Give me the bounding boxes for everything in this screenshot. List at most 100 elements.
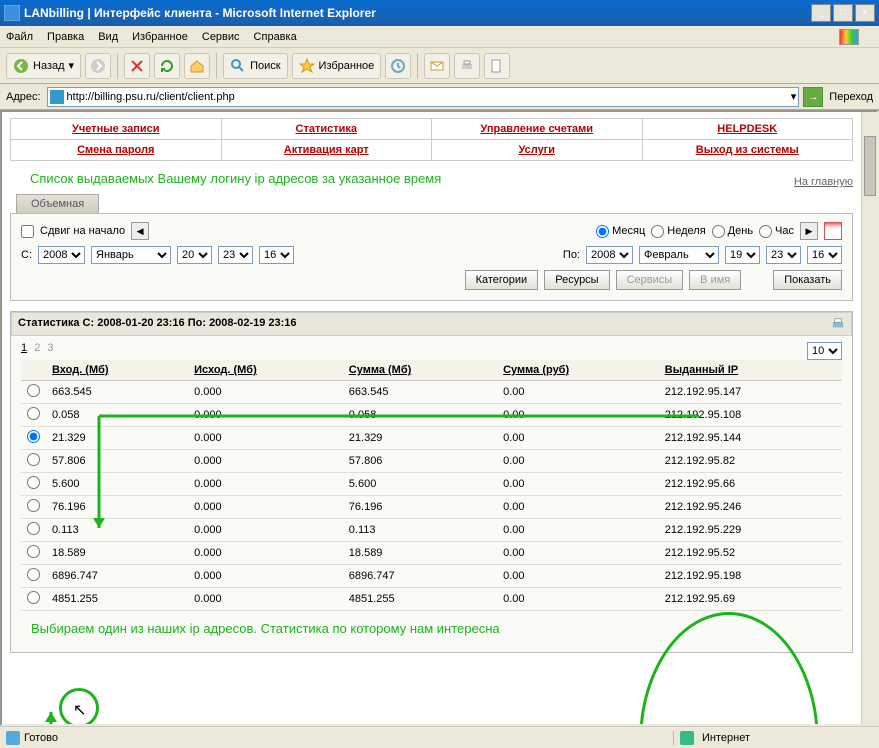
table-row: 57.8060.00057.8060.00212.192.95.82 (21, 450, 842, 473)
page-1[interactable]: 1 (21, 342, 27, 354)
edit-button[interactable] (484, 53, 510, 79)
go-button[interactable]: → (803, 87, 823, 107)
col-sum-rub[interactable]: Сумма (руб) (497, 360, 659, 381)
to-min-select[interactable]: 16 (807, 246, 842, 264)
cell-out: 0.000 (188, 450, 343, 473)
menu-file[interactable]: Файл (6, 31, 33, 43)
address-dropdown-icon[interactable]: ▾ (791, 90, 797, 103)
statusbar: Готово Интернет (0, 726, 879, 748)
back-arrow-icon (13, 58, 29, 74)
stats-panel: Статистика С: 2008-01-20 23:16 По: 2008-… (10, 311, 853, 653)
shift-checkbox[interactable] (21, 225, 34, 238)
cell-ip: 212.192.95.108 (659, 404, 842, 427)
menu-tools[interactable]: Сервис (202, 31, 240, 43)
row-radio[interactable] (27, 430, 40, 443)
cell-out: 0.000 (188, 588, 343, 611)
row-radio[interactable] (27, 384, 40, 397)
main-page-link[interactable]: На главную (794, 176, 853, 188)
categories-button[interactable]: Категории (465, 270, 539, 290)
period-month-radio[interactable] (596, 225, 609, 238)
favorites-button[interactable]: Избранное (292, 53, 382, 79)
show-button[interactable]: Показать (773, 270, 842, 290)
back-button[interactable]: Назад▾ (6, 53, 81, 79)
resources-button[interactable]: Ресурсы (544, 270, 609, 290)
from-day-select[interactable]: 20 (177, 246, 212, 264)
tab-volume[interactable]: Объемная (16, 194, 99, 213)
nav-password[interactable]: Смена пароля (77, 144, 154, 156)
nav-billing[interactable]: Управление счетами (480, 123, 593, 135)
menu-favorites[interactable]: Избранное (132, 31, 188, 43)
period-week-radio[interactable] (651, 225, 664, 238)
page-2[interactable]: 2 (34, 342, 40, 354)
nav-helpdesk[interactable]: HELPDESK (717, 123, 777, 135)
address-bar: Адрес: ▾ → Переход (0, 84, 879, 110)
cell-out: 0.000 (188, 519, 343, 542)
to-hour-select[interactable]: 23 (766, 246, 801, 264)
mail-button[interactable] (424, 53, 450, 79)
search-button[interactable]: Поиск (223, 53, 287, 79)
forward-button[interactable] (85, 53, 111, 79)
minimize-button[interactable]: _ (811, 4, 831, 22)
cell-sum-mb: 663.545 (343, 381, 497, 404)
print-icon[interactable] (831, 317, 845, 331)
to-month-select[interactable]: Февраль (639, 246, 719, 264)
nav-accounts[interactable]: Учетные записи (72, 123, 160, 135)
calendar-icon[interactable] (824, 222, 842, 240)
cell-ip: 212.192.95.52 (659, 542, 842, 565)
from-month-select[interactable]: Январь (91, 246, 171, 264)
menu-view[interactable]: Вид (98, 31, 118, 43)
stats-header: Статистика С: 2008-01-20 23:16 По: 2008-… (18, 317, 297, 331)
nav-logout[interactable]: Выход из системы (696, 144, 799, 156)
menu-help[interactable]: Справка (254, 31, 297, 43)
nav-cards[interactable]: Активация карт (284, 144, 369, 156)
page-content: Учетные записи Статистика Управление сче… (2, 112, 877, 663)
close-button[interactable]: × (855, 4, 875, 22)
menu-edit[interactable]: Правка (47, 31, 84, 43)
from-min-select[interactable]: 16 (259, 246, 294, 264)
row-radio[interactable] (27, 522, 40, 535)
cell-sum-mb: 21.329 (343, 427, 497, 450)
col-sum-mb[interactable]: Сумма (Мб) (343, 360, 497, 381)
from-hour-select[interactable]: 23 (218, 246, 253, 264)
toolbar: Назад▾ Поиск Избранное (0, 48, 879, 84)
row-radio[interactable] (27, 545, 40, 558)
back-label: Назад (33, 60, 65, 72)
annotation-arrow-bottom (43, 704, 673, 726)
stop-button[interactable] (124, 53, 150, 79)
row-radio[interactable] (27, 407, 40, 420)
history-button[interactable] (385, 53, 411, 79)
cell-sum-rub: 0.00 (497, 473, 659, 496)
to-day-select[interactable]: 19 (725, 246, 760, 264)
col-out[interactable]: Исход. (Мб) (188, 360, 343, 381)
cell-in: 6896.747 (46, 565, 188, 588)
row-radio[interactable] (27, 591, 40, 604)
row-radio[interactable] (27, 476, 40, 489)
shift-right-button[interactable]: ▶ (800, 222, 818, 240)
refresh-button[interactable] (154, 53, 180, 79)
period-day-radio[interactable] (712, 225, 725, 238)
from-label: С: (21, 249, 32, 261)
home-button[interactable] (184, 53, 210, 79)
toname-button: В имя (689, 270, 741, 290)
maximize-button[interactable]: □ (833, 4, 853, 22)
row-radio[interactable] (27, 568, 40, 581)
address-input[interactable] (67, 91, 791, 103)
nav-stats[interactable]: Статистика (296, 123, 358, 135)
row-radio[interactable] (27, 499, 40, 512)
print-button[interactable] (454, 53, 480, 79)
favorites-label: Избранное (319, 60, 375, 72)
nav-services[interactable]: Услуги (518, 144, 555, 156)
zone-label: Интернет (702, 732, 750, 744)
shift-left-button[interactable]: ◀ (131, 222, 149, 240)
vertical-scrollbar[interactable] (861, 112, 877, 724)
cell-sum-rub: 0.00 (497, 496, 659, 519)
period-hour-radio[interactable] (759, 225, 772, 238)
col-in[interactable]: Вход. (Мб) (46, 360, 188, 381)
from-year-select[interactable]: 2008 (38, 246, 85, 264)
row-radio[interactable] (27, 453, 40, 466)
page-3[interactable]: 3 (47, 342, 53, 354)
search-label: Поиск (250, 60, 280, 72)
pagesize-select[interactable]: 10 (807, 342, 842, 360)
to-year-select[interactable]: 2008 (586, 246, 633, 264)
col-ip[interactable]: Выданный IP (659, 360, 842, 381)
